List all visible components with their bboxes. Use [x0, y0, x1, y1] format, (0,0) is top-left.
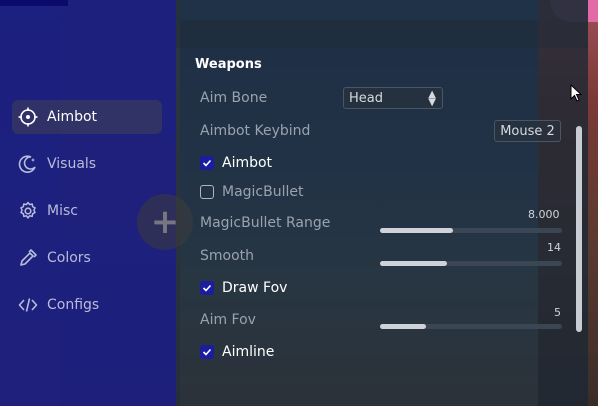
aimbot-checkbox-label: Aimbot [222, 155, 273, 171]
magicbullet-checkbox-label: MagicBullet [222, 184, 304, 200]
aim-bone-value: Head [349, 90, 383, 106]
draw-fov-checkbox[interactable] [200, 281, 214, 295]
magicbullet-range-slider-fill [380, 228, 453, 233]
smooth-value: 14 [547, 241, 561, 254]
checkmark-icon [202, 159, 212, 167]
gear-icon [18, 201, 38, 221]
sidebar-item-configs[interactable]: Configs [12, 288, 162, 322]
aimline-checkbox-label: Aimline [222, 344, 275, 360]
mouse-cursor-icon [570, 84, 582, 102]
code-icon [18, 295, 38, 315]
checkmark-icon [202, 348, 212, 356]
sidebar-item-visuals[interactable]: Visuals [12, 147, 162, 181]
weapons-panel: Weapons Aim Bone Head ▲ ▼ Aimbot Keybind … [176, 48, 588, 378]
aimbot-keybind-label: Aimbot Keybind [200, 123, 311, 139]
moon-icon [18, 154, 38, 174]
pipette-icon [18, 248, 38, 268]
aim-fov-slider-fill [380, 324, 426, 329]
aimbot-checkbox-row[interactable]: Aimbot [200, 155, 272, 171]
sidebar-top-strip [0, 0, 68, 6]
checkmark-icon [202, 284, 212, 292]
sidebar-item-colors[interactable]: Colors [12, 241, 162, 275]
sidebar-item-label: Colors [47, 250, 91, 266]
chevron-up-down-icon: ▲ ▼ [428, 89, 436, 108]
aimline-checkbox-row[interactable]: Aimline [200, 344, 274, 360]
aim-bone-select[interactable]: Head ▲ ▼ [343, 87, 443, 109]
smooth-slider-fill [380, 261, 448, 266]
sidebar-item-label: Aimbot [47, 109, 98, 125]
section-title: Weapons [195, 57, 262, 72]
aimbot-checkbox[interactable] [200, 156, 214, 170]
magicbullet-range-label: MagicBullet Range [200, 215, 331, 231]
window-header-bar [176, 0, 588, 48]
crosshair-icon [18, 107, 38, 127]
magicbullet-range-value: 8.000 [528, 208, 560, 221]
magicbullet-checkbox[interactable] [200, 185, 214, 199]
aimbot-keybind-value: Mouse 2 [500, 123, 555, 139]
aim-bone-label: Aim Bone [200, 90, 268, 106]
draw-fov-checkbox-row[interactable]: Draw Fov [200, 280, 287, 296]
sidebar-item-label: Configs [47, 297, 100, 313]
aimbot-keybind-button[interactable]: Mouse 2 [494, 120, 561, 142]
plus-watermark-icon: + [137, 194, 193, 250]
smooth-slider[interactable] [380, 261, 562, 266]
magicbullet-checkbox-row[interactable]: MagicBullet [200, 184, 304, 200]
aim-fov-slider[interactable] [380, 324, 562, 329]
sidebar-item-label: Misc [47, 203, 78, 219]
scrollbar[interactable] [576, 126, 582, 332]
magicbullet-range-slider[interactable] [380, 228, 562, 233]
cheat-menu-window: Aimbot Visuals Misc Colors Configs Weapo… [0, 0, 588, 406]
sidebar-item-aimbot[interactable]: Aimbot [12, 100, 162, 134]
draw-fov-checkbox-label: Draw Fov [222, 280, 288, 296]
sidebar-item-label: Visuals [47, 156, 97, 172]
smooth-label: Smooth [200, 248, 255, 264]
aimline-checkbox[interactable] [200, 345, 214, 359]
aim-fov-label: Aim Fov [200, 312, 256, 328]
aim-fov-value: 5 [554, 306, 561, 319]
